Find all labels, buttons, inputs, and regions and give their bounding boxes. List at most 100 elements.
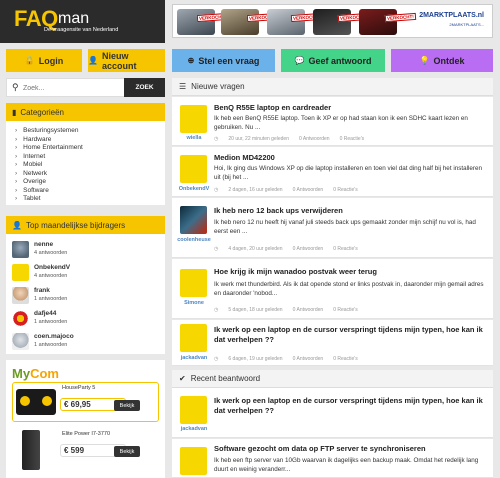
car-image: [177, 9, 215, 35]
new-questions-header: ☰ Nieuwe vragen: [172, 78, 493, 96]
clock-icon: ◷: [214, 307, 219, 313]
new-account-button[interactable]: 👤 Nieuw account: [88, 49, 165, 72]
question-title[interactable]: BenQ R55E laptop en cardreader: [214, 103, 486, 113]
answered-item[interactable]: Software gezocht om data op FTP server t…: [172, 439, 493, 478]
category-item[interactable]: › Besturingsystemen: [15, 127, 78, 134]
question-title[interactable]: Ik heb nero 12 back ups verwijderen: [214, 206, 486, 216]
bekijk-button[interactable]: Bekijk: [114, 446, 140, 457]
question-meta: ◷ 5 dagen, 18 uur geleden 0 Antwoorden 0…: [214, 307, 358, 313]
chevron-right-icon: ›: [15, 135, 18, 143]
lock-icon: 🔒: [24, 56, 35, 65]
avatar: [12, 287, 29, 304]
question-meta: ◷ 4 dagen, 20 uur geleden 0 Antwoorden 0…: [214, 246, 358, 252]
lightbulb-icon: 💡: [419, 56, 430, 65]
chevron-right-icon: ›: [15, 178, 18, 185]
question-body: Ik heb een BenQ R55E laptop. Toen ik XP …: [214, 115, 468, 131]
ask-question-label: Stel een vraag: [198, 55, 260, 66]
marktplaats-banner[interactable]: VERKOCHT! VERKOCHT! VERKOCHT! VERKOCHT! …: [172, 4, 493, 38]
question-user[interactable]: jackadvan: [174, 426, 214, 432]
contributors-header: 👤 Top maandelijkse bijdragers: [6, 216, 165, 234]
question-title[interactable]: Software gezocht om data op FTP server t…: [214, 444, 486, 454]
question-title[interactable]: Medion MD42200: [214, 153, 486, 163]
question-user[interactable]: coolenheuse: [174, 237, 214, 243]
contributor-row[interactable]: frank 1 antwoorden: [12, 286, 162, 305]
chevron-right-icon: ›: [15, 152, 18, 160]
contributor-row[interactable]: coen.majoco 1 antwoorden: [12, 332, 162, 351]
car-image: [359, 9, 397, 35]
give-answer-button[interactable]: 💬 Geef antwoord: [281, 49, 385, 72]
question-user[interactable]: jackadvan: [174, 355, 214, 361]
chevron-right-icon: ›: [15, 169, 18, 177]
chevron-right-icon: ›: [15, 186, 18, 194]
chevron-right-icon: ›: [15, 161, 18, 168]
category-item[interactable]: › Home Entertainment: [15, 144, 83, 151]
category-item[interactable]: › Hardware: [15, 136, 51, 143]
plus-circle-icon: ⊕: [187, 56, 195, 65]
question-item[interactable]: OnbekendV Medion MD42200 Hoi, Ik ging du…: [172, 147, 493, 197]
question-title[interactable]: Ik werk op een laptop en de cursor versp…: [214, 325, 486, 345]
category-item[interactable]: › Mobiel: [15, 161, 42, 168]
speaker-image: [16, 389, 56, 415]
question-user[interactable]: Simone: [174, 300, 214, 306]
avatar: [12, 241, 29, 258]
list-icon: ☰: [179, 82, 187, 91]
clock-icon: ◷: [214, 246, 219, 252]
mycom-advertisement[interactable]: MyCom HouseParty 5 € 69,95 Bekijk Elite …: [6, 360, 165, 478]
question-meta: ◷ 6 dagen, 19 uur geleden 0 Antwoorden 0…: [214, 356, 358, 362]
question-user[interactable]: wiella: [174, 135, 214, 141]
checkmark-icon: ✔: [179, 374, 186, 383]
question-item[interactable]: wiella BenQ R55E laptop en cardreader Ik…: [172, 97, 493, 146]
discover-label: Ontdek: [433, 55, 465, 66]
user-icon: 👤: [12, 220, 22, 230]
category-item[interactable]: › Netwerk: [15, 170, 47, 177]
login-label: Login: [38, 55, 64, 66]
avatar: [180, 206, 207, 234]
clock-icon: ◷: [214, 136, 219, 142]
discover-button[interactable]: 💡 Ontdek: [391, 49, 493, 72]
avatar: [12, 310, 29, 327]
avatar: [12, 264, 29, 281]
contributors-title: Top maandelijkse bijdragers: [25, 220, 126, 230]
question-title[interactable]: Hoe krijg ik mijn wanadoo postvak weer t…: [214, 267, 486, 277]
category-item[interactable]: › Tablet: [15, 195, 41, 202]
question-item[interactable]: coolenheuse Ik heb nero 12 back ups verw…: [172, 198, 493, 258]
contributor-row[interactable]: nenne 4 antwoorden: [12, 240, 162, 259]
category-item[interactable]: › Overige: [15, 178, 46, 185]
avatar: [12, 333, 29, 350]
recent-answered-title: Recent beantwoord: [190, 374, 261, 383]
ad-product-price: € 69,95: [64, 400, 91, 409]
login-button[interactable]: 🔒 Login: [6, 49, 82, 72]
give-answer-label: Geef antwoord: [308, 55, 372, 66]
ad-product-name: Elite Power I7-3770: [62, 431, 110, 437]
car-image: [221, 9, 259, 35]
user-icon: 👤: [88, 56, 98, 65]
question-body: Ik heb een ftp server van 10Gb waarvan i…: [214, 457, 479, 473]
question-item[interactable]: Simone Hoe krijg ik mijn wanadoo postvak…: [172, 259, 493, 319]
answered-item[interactable]: jackadvan Ik werk op een laptop en de cu…: [172, 388, 493, 438]
mycom-logo: MyCom: [12, 366, 59, 381]
search-icon: ⚲: [12, 82, 19, 92]
avatar: [180, 396, 207, 424]
ad-product-price: € 599: [64, 446, 85, 455]
chevron-right-icon: ›: [15, 144, 18, 151]
avatar: [180, 105, 207, 133]
categories-list: › Besturingsystemen › Hardware › Home Enter…: [6, 121, 165, 205]
question-title[interactable]: Ik werk op een laptop en de cursor versp…: [214, 396, 486, 416]
question-item[interactable]: jackadvan Ik werk op een laptop en de cu…: [172, 320, 493, 366]
recent-answered-header: ✔ Recent beantwoord: [172, 370, 493, 388]
contributor-row[interactable]: dafje44 1 antwoorden: [12, 309, 162, 328]
contributor-row[interactable]: OnbekendV 4 antwoorden: [12, 263, 162, 282]
question-meta: ◷ 20 uur, 22 minuten geleden 0 Antwoorde…: [214, 136, 365, 142]
search-input[interactable]: [23, 82, 123, 94]
categories-title: Categorieën: [20, 107, 64, 117]
category-item[interactable]: › Software: [15, 187, 49, 194]
question-user[interactable]: OnbekendV: [174, 186, 214, 192]
contributors-list: nenne 4 antwoorden OnbekendV 4 antwoorde…: [6, 234, 165, 354]
category-item[interactable]: › Internet: [15, 153, 45, 160]
question-body: Ik heb nero 12 nu heeft hij vanaf juli s…: [214, 219, 476, 235]
logo[interactable]: FAQ man De vraagensite van Nederland: [0, 0, 165, 43]
ask-question-button[interactable]: ⊕ Stel een vraag: [172, 49, 275, 72]
avatar: [180, 447, 207, 475]
search-button[interactable]: ZOEK: [124, 78, 165, 97]
bekijk-button[interactable]: Bekijk: [114, 400, 140, 411]
